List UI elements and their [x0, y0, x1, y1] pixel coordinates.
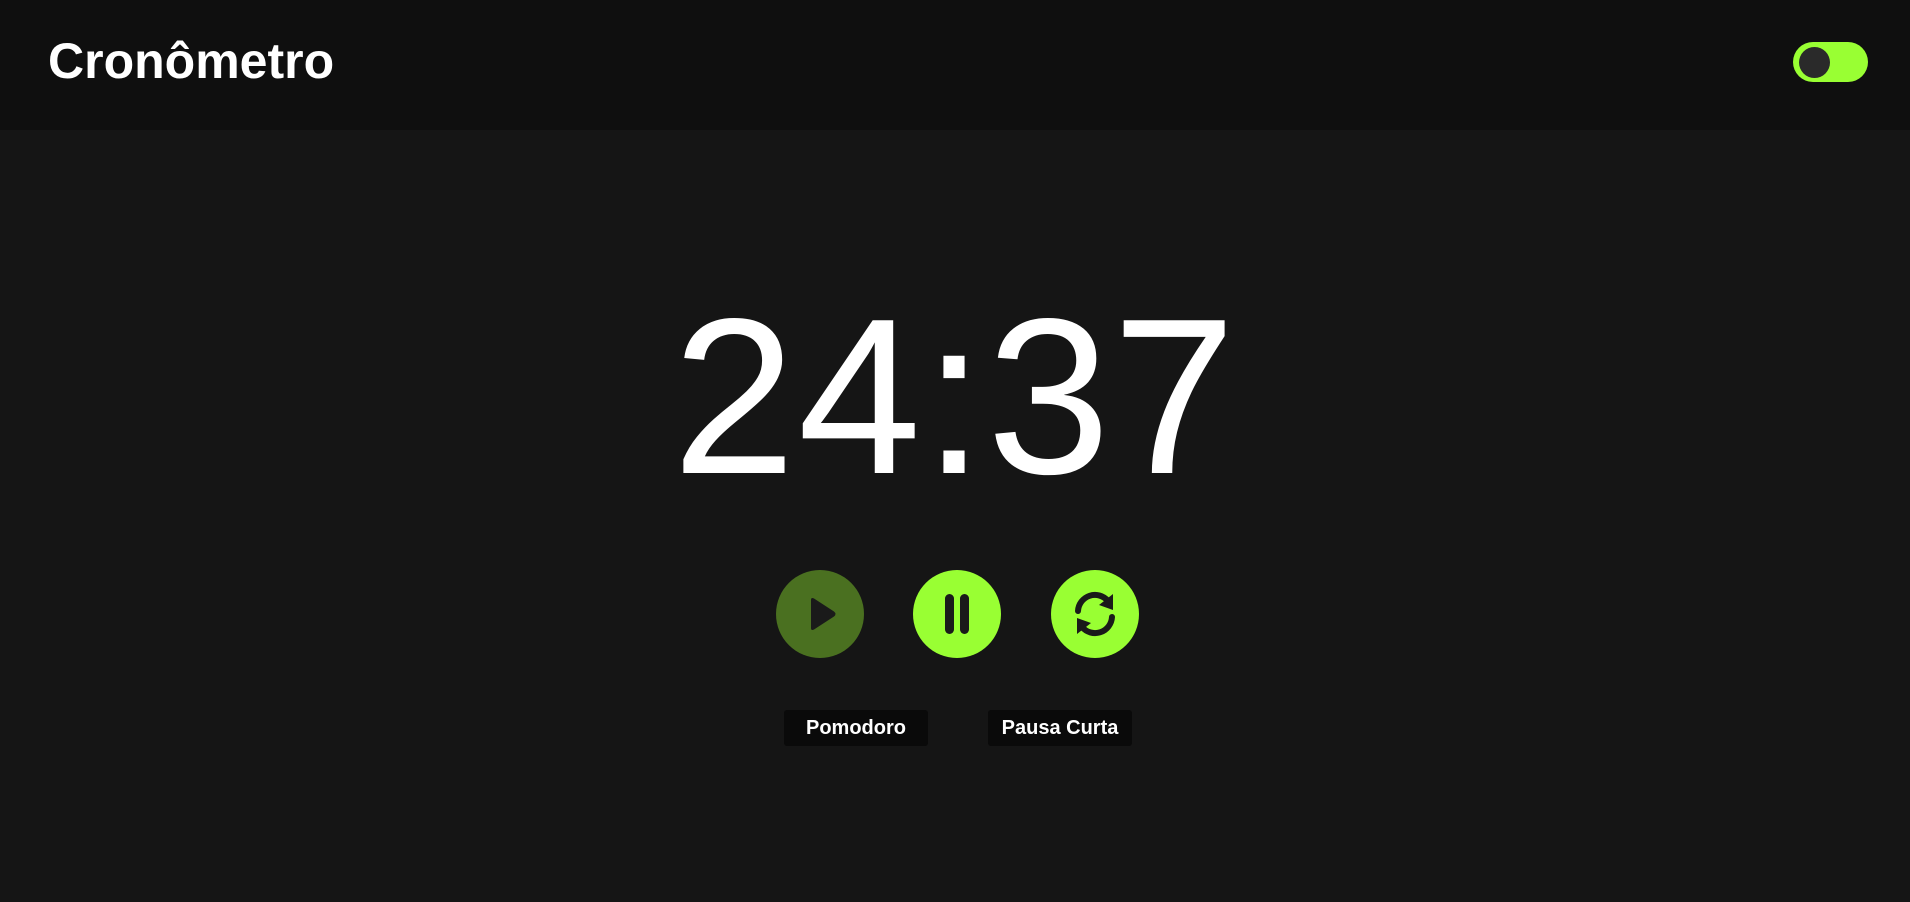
- reset-icon: [1075, 591, 1115, 637]
- pause-button[interactable]: [913, 570, 1001, 658]
- reset-button[interactable]: [1051, 570, 1139, 658]
- app-title: Cronômetro: [48, 33, 335, 89]
- timer-display: 24:37: [672, 273, 1238, 521]
- play-button[interactable]: [776, 570, 864, 658]
- play-icon: [811, 598, 836, 630]
- theme-toggle[interactable]: [1793, 42, 1868, 82]
- pause-icon: [945, 594, 969, 634]
- mode-pomodoro-button[interactable]: Pomodoro: [784, 710, 928, 746]
- mode-short-break-button[interactable]: Pausa Curta: [988, 710, 1132, 746]
- app-header: Cronômetro: [0, 0, 1910, 130]
- toggle-knob: [1799, 47, 1830, 78]
